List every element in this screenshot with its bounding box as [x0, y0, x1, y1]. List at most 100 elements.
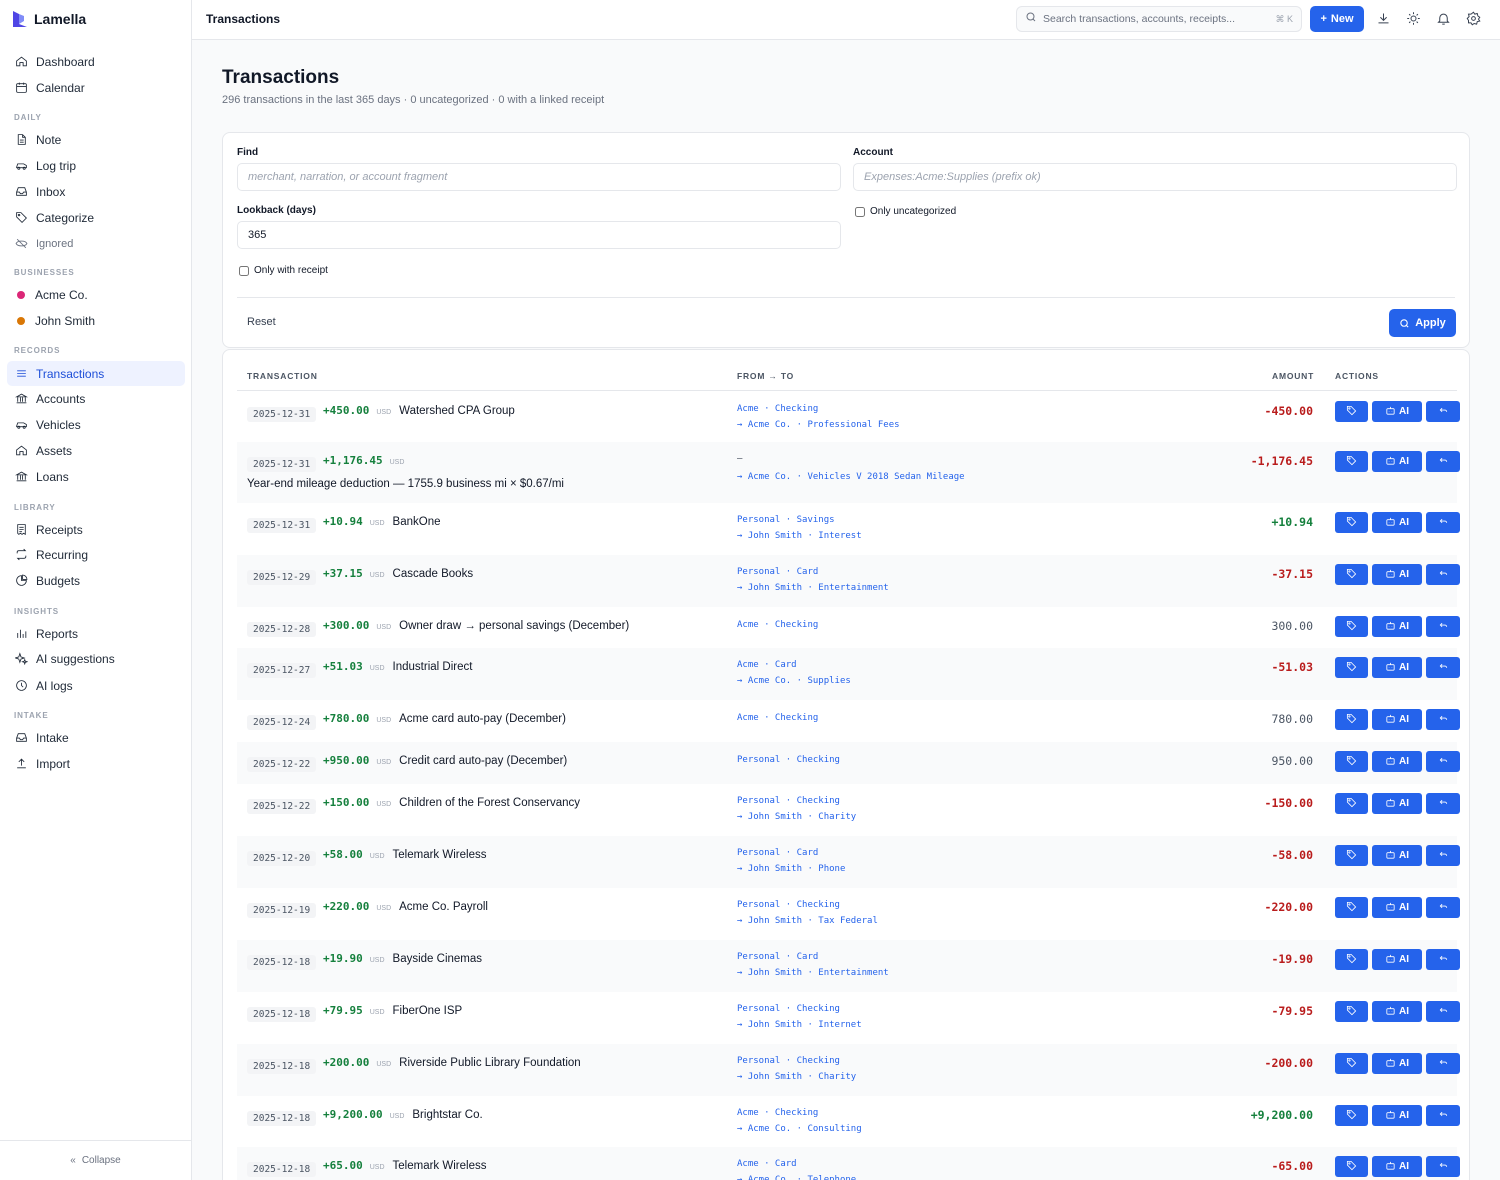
table-row[interactable]: 2025-12-18 +65.00 USD Telemark Wireless Acme…	[237, 1147, 1460, 1180]
lookback-input[interactable]	[237, 221, 841, 249]
categorize-button[interactable]	[1335, 1156, 1368, 1177]
ai-classify-button[interactable]: AI	[1372, 1053, 1422, 1074]
txn-from-account[interactable]: —	[737, 454, 742, 464]
undo-button[interactable]	[1426, 949, 1460, 970]
undo-button[interactable]	[1426, 1105, 1460, 1126]
txn-payee[interactable]: Owner draw → personal savings (December)	[399, 620, 629, 632]
ai-classify-button[interactable]: AI	[1372, 401, 1422, 422]
undo-button[interactable]	[1426, 751, 1460, 772]
ai-classify-button[interactable]: AI	[1372, 451, 1422, 472]
txn-from-account[interactable]: Acme · Checking	[737, 1108, 818, 1118]
gear-icon[interactable]	[1466, 11, 1482, 27]
txn-to-account[interactable]: → John Smith · Charity	[737, 812, 856, 822]
collapse-button[interactable]: « Collapse	[0, 1140, 191, 1180]
sidebar-item-ai-logs[interactable]: AI logs	[7, 673, 185, 698]
table-row[interactable]: 2025-12-22 +150.00 USD Children of the Fore…	[237, 784, 1460, 836]
categorize-button[interactable]	[1335, 949, 1368, 970]
ai-classify-button[interactable]: AI	[1372, 793, 1422, 814]
categorize-button[interactable]	[1335, 1105, 1368, 1126]
sidebar-item-inbox[interactable]: Inbox	[7, 179, 185, 204]
txn-payee[interactable]: Acme Co. Payroll	[399, 901, 488, 913]
global-search[interactable]: Search transactions, accounts, receipts.…	[1016, 6, 1302, 32]
categorize-button[interactable]	[1335, 709, 1368, 730]
ai-classify-button[interactable]: AI	[1372, 897, 1422, 918]
ai-classify-button[interactable]: AI	[1372, 1001, 1422, 1022]
categorize-button[interactable]	[1335, 512, 1368, 533]
ai-classify-button[interactable]: AI	[1372, 616, 1422, 637]
categorize-button[interactable]	[1335, 451, 1368, 472]
categorize-button[interactable]	[1335, 897, 1368, 918]
sidebar-item-loans[interactable]: Loans	[7, 464, 185, 489]
txn-payee[interactable]: Acme card auto-pay (December)	[399, 713, 566, 725]
undo-button[interactable]	[1426, 1053, 1460, 1074]
undo-button[interactable]	[1426, 401, 1460, 422]
txn-payee[interactable]: Credit card auto-pay (December)	[399, 755, 567, 767]
txn-to-account[interactable]: → John Smith · Entertainment	[737, 968, 889, 978]
txn-payee[interactable]: FiberOne ISP	[393, 1005, 463, 1017]
txn-from-account[interactable]: Acme · Card	[737, 660, 797, 670]
table-row[interactable]: 2025-12-24 +780.00 USD Acme card auto-pay (…	[237, 700, 1460, 742]
table-row[interactable]: 2025-12-29 +37.15 USD Cascade Books Personal…	[237, 555, 1460, 607]
table-row[interactable]: 2025-12-28 +300.00 USD Owner draw → persona…	[237, 607, 1460, 648]
undo-button[interactable]	[1426, 845, 1460, 866]
find-input[interactable]	[237, 163, 841, 191]
sidebar-item-intake[interactable]: Intake	[7, 725, 185, 750]
brand[interactable]: Lamella	[0, 0, 191, 38]
only-receipt-input[interactable]	[239, 265, 249, 276]
sidebar-item-categorize[interactable]: Categorize	[7, 205, 185, 230]
table-row[interactable]: 2025-12-19 +220.00 USD Acme Co. Payroll Pers…	[237, 888, 1460, 940]
table-row[interactable]: 2025-12-20 +58.00 USD Telemark Wireless Pers…	[237, 836, 1460, 888]
table-row[interactable]: 2025-12-18 +200.00 USD Riverside Public Lib…	[237, 1044, 1460, 1096]
only-uncategorized-input[interactable]	[855, 206, 865, 217]
txn-to-account[interactable]: → Acme Co. · Vehicles V 2018 Sedan Milea…	[737, 472, 965, 482]
table-row[interactable]: 2025-12-18 +9,200.00 USD Brightstar Co. Acme…	[237, 1096, 1460, 1147]
sidebar-item-note[interactable]: Note	[7, 127, 185, 152]
categorize-button[interactable]	[1335, 616, 1368, 637]
txn-to-account[interactable]: → Acme Co. · Telephone	[737, 1175, 856, 1180]
bell-icon[interactable]	[1436, 11, 1452, 27]
txn-payee[interactable]: Telemark Wireless	[393, 849, 487, 861]
table-row[interactable]: 2025-12-31 +10.94 USD BankOne Personal · Sav…	[237, 503, 1460, 555]
txn-payee[interactable]: Riverside Public Library Foundation	[399, 1057, 581, 1069]
txn-to-account[interactable]: → John Smith · Interest	[737, 531, 862, 541]
txn-payee[interactable]: Watershed CPA Group	[399, 405, 515, 417]
undo-button[interactable]	[1426, 897, 1460, 918]
txn-to-account[interactable]: → John Smith · Internet	[737, 1020, 862, 1030]
sidebar-item-receipts[interactable]: Receipts	[7, 517, 185, 542]
txn-payee[interactable]: Children of the Forest Conservancy	[399, 797, 580, 809]
txn-from-account[interactable]: Personal · Savings	[737, 515, 835, 525]
txn-from-account[interactable]: Personal · Checking	[737, 1004, 840, 1014]
only-uncategorized-checkbox[interactable]: Only uncategorized	[855, 206, 956, 217]
undo-button[interactable]	[1426, 657, 1460, 678]
txn-to-account[interactable]: → John Smith · Charity	[737, 1072, 856, 1082]
table-row[interactable]: 2025-12-31 +1,176.45 USD Year-end mileage d…	[237, 442, 1460, 503]
categorize-button[interactable]	[1335, 1001, 1368, 1022]
sidebar-item-log-trip[interactable]: Log trip	[7, 153, 185, 178]
sidebar-item-reports[interactable]: Reports	[7, 621, 185, 646]
categorize-button[interactable]	[1335, 564, 1368, 585]
sidebar-item-recurring[interactable]: Recurring	[7, 542, 185, 567]
txn-from-account[interactable]: Personal · Card	[737, 952, 818, 962]
categorize-button[interactable]	[1335, 1053, 1368, 1074]
txn-from-account[interactable]: Personal · Card	[737, 567, 818, 577]
categorize-button[interactable]	[1335, 401, 1368, 422]
search-input[interactable]: Search transactions, accounts, receipts.…	[1043, 13, 1269, 25]
txn-from-account[interactable]: Personal · Checking	[737, 755, 840, 765]
ai-classify-button[interactable]: AI	[1372, 512, 1422, 533]
txn-to-account[interactable]: → Acme Co. · Supplies	[737, 676, 851, 686]
undo-button[interactable]	[1426, 793, 1460, 814]
txn-from-account[interactable]: Acme · Checking	[737, 404, 818, 414]
new-button[interactable]: + New	[1310, 6, 1364, 32]
categorize-button[interactable]	[1335, 751, 1368, 772]
txn-payee[interactable]: Telemark Wireless	[393, 1160, 487, 1172]
sidebar-item-vehicles[interactable]: Vehicles	[7, 412, 185, 437]
txn-payee[interactable]: Cascade Books	[393, 568, 474, 580]
txn-from-account[interactable]: Acme · Checking	[737, 620, 818, 630]
theme-sun-icon[interactable]	[1406, 11, 1422, 27]
download-icon[interactable]	[1376, 11, 1392, 27]
txn-to-account[interactable]: → John Smith · Tax Federal	[737, 916, 878, 926]
txn-payee[interactable]: Bayside Cinemas	[393, 953, 482, 965]
sidebar-item-calendar[interactable]: Calendar	[7, 75, 185, 100]
txn-to-account[interactable]: → Acme Co. · Consulting	[737, 1124, 862, 1134]
sidebar-item-import[interactable]: Import	[7, 751, 185, 776]
